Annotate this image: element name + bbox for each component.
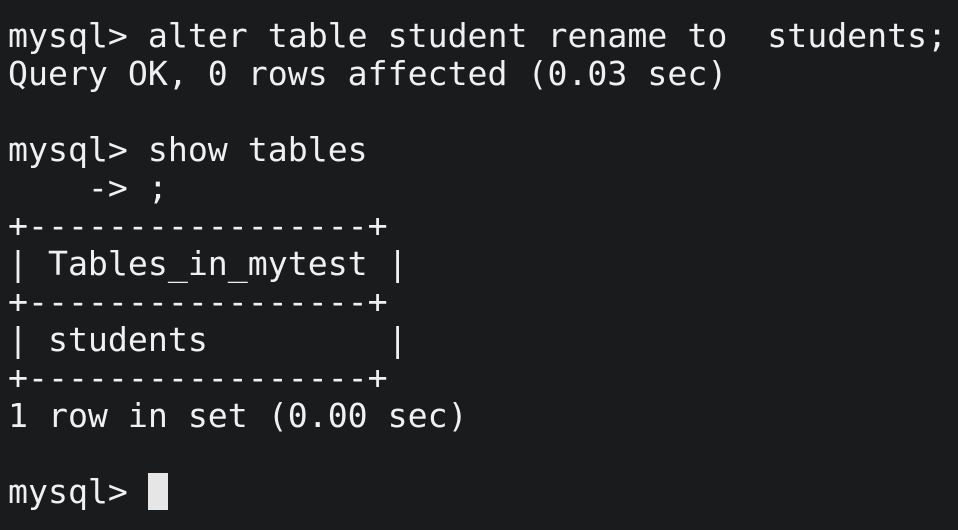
result-table-header: | Tables_in_mytest | [8,244,408,283]
terminal-window[interactable]: mysql> alter table student rename to stu… [0,0,958,530]
terminal-line-command-show: mysql> show tables [8,130,368,169]
terminal-line-continuation: -> ; [8,168,168,207]
result-table-border-mid: +-----------------+ [8,282,388,321]
terminal-line-row-count: 1 row in set (0.00 sec) [8,396,468,435]
terminal-line-command-alter: mysql> alter table student rename to stu… [8,16,948,55]
terminal-prompt[interactable]: mysql> [8,473,148,511]
result-table-border-top: +-----------------+ [8,206,388,245]
terminal-line-query-result: Query OK, 0 rows affected (0.03 sec) [8,54,728,93]
text-cursor [148,473,168,510]
result-table-border-bottom: +-----------------+ [8,358,388,397]
result-table-row: | students | [8,320,408,359]
